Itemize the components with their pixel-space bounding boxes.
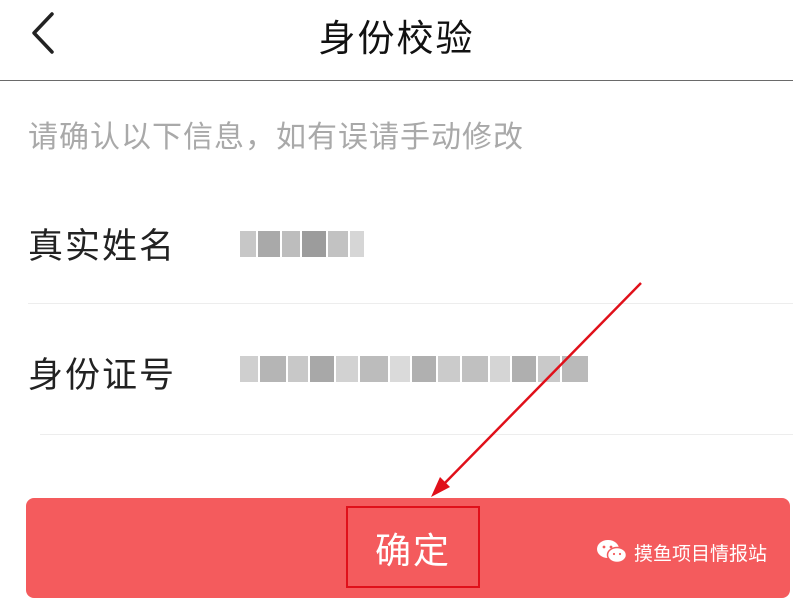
- blurred-id-value: [240, 345, 620, 393]
- watermark-text: 摸鱼项目情报站: [634, 542, 768, 565]
- hint-text: 请确认以下信息，如有误请手动修改: [28, 120, 524, 155]
- real-name-field[interactable]: [240, 220, 370, 268]
- id-number-label: 身份证号: [28, 356, 177, 396]
- real-name-label: 真实姓名: [28, 227, 177, 267]
- wechat-icon: [597, 540, 628, 564]
- page-title: 身份校验: [318, 17, 475, 60]
- blurred-name-value: [240, 220, 370, 268]
- watermark: 摸鱼项目情报站: [596, 534, 767, 570]
- header-bar: 身份校验: [0, 0, 793, 81]
- divider: [40, 434, 793, 435]
- id-number-field[interactable]: [240, 345, 620, 393]
- divider: [28, 303, 793, 304]
- confirm-button-label[interactable]: 确定: [346, 522, 480, 574]
